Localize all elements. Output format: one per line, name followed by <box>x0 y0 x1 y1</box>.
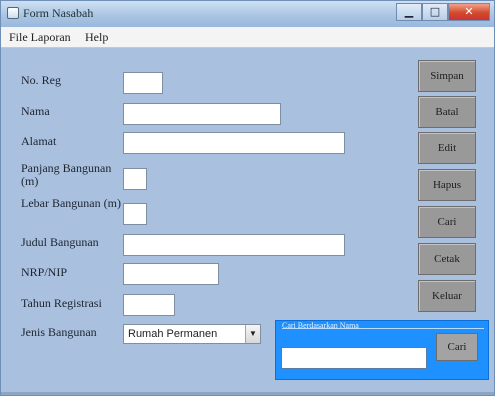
nama-input[interactable] <box>123 103 281 125</box>
label-nama: Nama <box>21 104 50 118</box>
tahun-registrasi-input[interactable] <box>123 294 175 316</box>
label-no-reg: No. Reg <box>21 73 61 87</box>
label-lebar-bangunan: Lebar Bangunan (m) <box>21 196 121 210</box>
keluar-button[interactable]: Keluar <box>418 280 476 312</box>
jenis-bangunan-select[interactable]: Rumah Permanen ▼ <box>123 324 261 344</box>
window-controls: ▁ □ ✕ <box>396 3 490 21</box>
form-area: No. Reg Nama Alamat Panjang Bangunan (m)… <box>1 48 494 395</box>
label-jenis-bangunan: Jenis Bangunan <box>21 325 97 339</box>
judul-bangunan-input[interactable] <box>123 234 345 256</box>
close-button[interactable]: ✕ <box>448 3 490 21</box>
hapus-button[interactable]: Hapus <box>418 169 476 201</box>
label-judul-bangunan: Judul Bangunan <box>21 235 99 249</box>
edit-button[interactable]: Edit <box>418 132 476 164</box>
label-panjang-bangunan: Panjang Bangunan (m) <box>21 161 112 188</box>
main-window: Form Nasabah ▁ □ ✕ File Laporan Help No.… <box>0 0 495 396</box>
no-reg-input[interactable] <box>123 72 163 94</box>
alamat-input[interactable] <box>123 132 345 154</box>
lebar-bangunan-input[interactable] <box>123 203 147 225</box>
batal-button[interactable]: Batal <box>418 96 476 128</box>
status-bar <box>1 392 494 395</box>
search-input[interactable] <box>281 347 427 369</box>
maximize-button[interactable]: □ <box>422 3 448 21</box>
label-tahun-registrasi: Tahun Registrasi <box>21 296 102 310</box>
menu-item-help[interactable]: Help <box>85 30 108 45</box>
simpan-button[interactable]: Simpan <box>418 60 476 92</box>
minimize-button[interactable]: ▁ <box>396 3 422 21</box>
search-group-legend: Cari Berdasarkan Nama <box>282 321 359 330</box>
menu-item-file-laporan[interactable]: File Laporan <box>9 30 71 45</box>
menu-bar: File Laporan Help <box>1 27 494 48</box>
jenis-bangunan-value: Rumah Permanen <box>128 328 218 340</box>
cari-button[interactable]: Cari <box>418 206 476 238</box>
nrp-input[interactable] <box>123 263 219 285</box>
cetak-button[interactable]: Cetak <box>418 243 476 275</box>
search-cari-button[interactable]: Cari <box>436 333 478 361</box>
chevron-down-icon[interactable]: ▼ <box>245 325 260 343</box>
title-bar[interactable]: Form Nasabah ▁ □ ✕ <box>1 1 494 27</box>
label-nrp: NRP/NIP <box>21 265 68 279</box>
panjang-bangunan-input[interactable] <box>123 168 147 190</box>
window-title: Form Nasabah <box>23 6 94 20</box>
search-group: Cari Berdasarkan Nama Cari <box>275 320 489 380</box>
label-alamat: Alamat <box>21 134 57 148</box>
app-icon <box>7 7 19 19</box>
